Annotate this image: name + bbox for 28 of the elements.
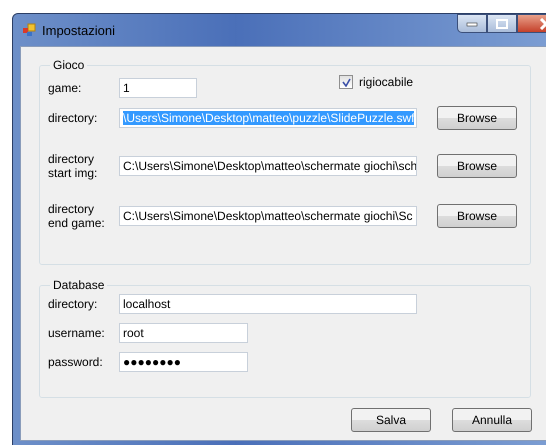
save-button[interactable]: Salva	[351, 408, 431, 432]
minimize-button[interactable]	[457, 14, 487, 33]
group-title: Database	[52, 278, 106, 292]
field-label: directory start img:	[48, 152, 98, 180]
window-title: Impostazioni	[42, 22, 115, 38]
browse-button[interactable]: Browse	[437, 106, 517, 130]
input-field[interactable]: root	[119, 323, 248, 343]
field-label: password:	[48, 355, 104, 369]
input-field[interactable]: 1	[119, 78, 197, 98]
maximize-button[interactable]	[487, 14, 517, 33]
field-label: directory:	[48, 297, 98, 311]
input-field[interactable]: localhost	[119, 294, 417, 314]
browse-button[interactable]: Browse	[437, 204, 517, 228]
minimize-icon	[466, 20, 478, 26]
maximize-icon	[496, 18, 508, 28]
group-title: Gioco	[52, 58, 86, 72]
field-label: game:	[48, 81, 82, 95]
app-icon	[22, 23, 36, 37]
field-label: directory end game:	[48, 202, 106, 230]
browse-button[interactable]: Browse	[437, 154, 517, 178]
input-field[interactable]: C:\Users\Simone\Desktop\matteo\schermate giochi\Sc	[119, 206, 417, 226]
cancel-button[interactable]: Annulla	[452, 408, 532, 432]
checkbox-label: rigiocabile	[359, 75, 414, 89]
checkbox[interactable]	[339, 75, 353, 89]
input-field[interactable]: ●●●●●●●●	[119, 352, 248, 372]
input-field[interactable]: C:\Users\Simone\Desktop\matteo\schermate giochi\sch	[119, 156, 417, 176]
field-label: username:	[48, 326, 106, 340]
field-label: directory:	[48, 111, 98, 125]
